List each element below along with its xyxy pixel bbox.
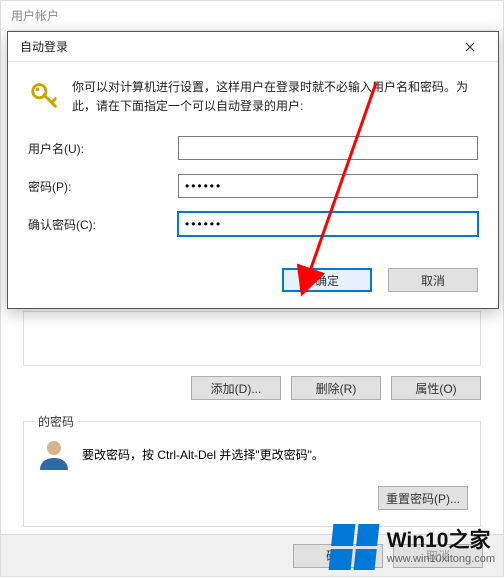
watermark-brand: Win10之家 bbox=[387, 529, 495, 553]
confirm-password-label: 确认密码(C): bbox=[28, 216, 178, 233]
dialog-body: 你可以对计算机进行设置，这样用户在登录时就不必输入用户名和密码。为此，请在下面指… bbox=[8, 62, 498, 262]
dialog-title: 自动登录 bbox=[20, 38, 68, 55]
dialog-description: 你可以对计算机进行设置，这样用户在登录时就不必输入用户名和密码。为此，请在下面指… bbox=[72, 78, 478, 116]
properties-button[interactable]: 属性(O) bbox=[391, 376, 481, 400]
dialog-titlebar: 自动登录 bbox=[8, 32, 498, 62]
username-row: 用户名(U): bbox=[28, 136, 478, 160]
user-avatar-icon bbox=[36, 436, 72, 472]
ok-button[interactable]: 确定 bbox=[282, 268, 372, 292]
password-group: 的密码 要改密码，按 Ctrl-Alt-Del 并选择"更改密码"。 重置密码(… bbox=[23, 421, 481, 527]
user-list-panel bbox=[23, 311, 481, 366]
add-button[interactable]: 添加(D)... bbox=[191, 376, 281, 400]
cancel-button[interactable]: 取消 bbox=[388, 268, 478, 292]
confirm-password-row: 确认密码(C): bbox=[28, 212, 478, 236]
password-label: 密码(P): bbox=[28, 178, 178, 195]
password-hint-text: 要改密码，按 Ctrl-Alt-Del 并选择"更改密码"。 bbox=[82, 446, 324, 463]
watermark: Win10之家 www.win10xitong.com bbox=[331, 524, 495, 570]
keys-icon bbox=[28, 78, 62, 112]
parent-title: 用户帐户 bbox=[11, 7, 59, 24]
auto-login-dialog: 自动登录 你可以对计算机进行设置，这样用户在登录时就不必输入用户名和密码。为此，… bbox=[7, 31, 499, 309]
parent-titlebar: 用户帐户 bbox=[1, 1, 503, 31]
confirm-password-input[interactable] bbox=[178, 212, 478, 236]
watermark-url: www.win10xitong.com bbox=[387, 553, 495, 566]
password-input[interactable] bbox=[178, 174, 478, 198]
user-list-buttons: 添加(D)... 删除(R) 属性(O) bbox=[23, 376, 481, 400]
password-group-legend: 的密码 bbox=[34, 413, 78, 430]
username-input[interactable] bbox=[178, 136, 478, 160]
close-icon[interactable] bbox=[450, 33, 490, 61]
username-label: 用户名(U): bbox=[28, 140, 178, 157]
windows-logo-icon bbox=[328, 524, 379, 570]
password-row: 密码(P): bbox=[28, 174, 478, 198]
dialog-button-row: 确定 取消 bbox=[8, 262, 498, 292]
delete-button[interactable]: 删除(R) bbox=[291, 376, 381, 400]
reset-password-button[interactable]: 重置密码(P)... bbox=[378, 486, 468, 510]
